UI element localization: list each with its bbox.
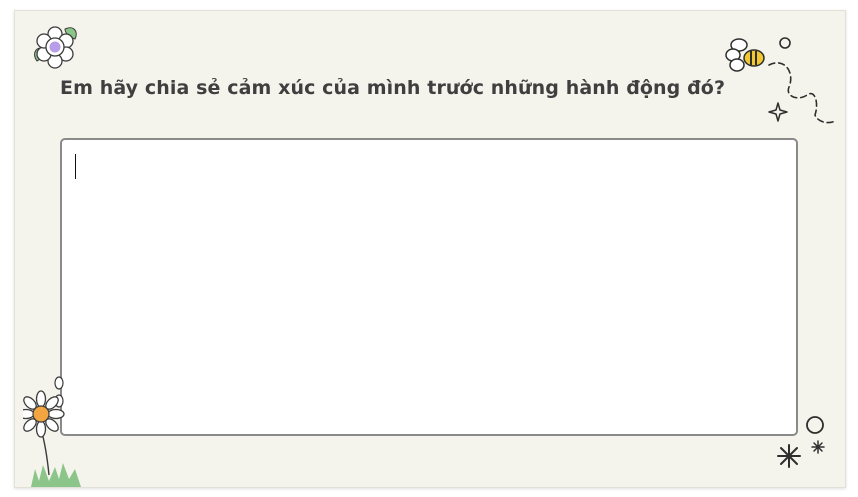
daisy-icon [23,376,81,487]
flower-icon [34,26,77,69]
question-text: Em hãy chia sẻ cảm xúc của mình trước nh… [60,77,726,99]
text-cursor [75,154,76,179]
question-card: Em hãy chia sẻ cảm xúc của mình trước nh… [14,10,846,488]
sparkle-icon [768,102,788,122]
star-burst-icon [777,416,825,468]
answer-textarea[interactable] [60,138,798,436]
